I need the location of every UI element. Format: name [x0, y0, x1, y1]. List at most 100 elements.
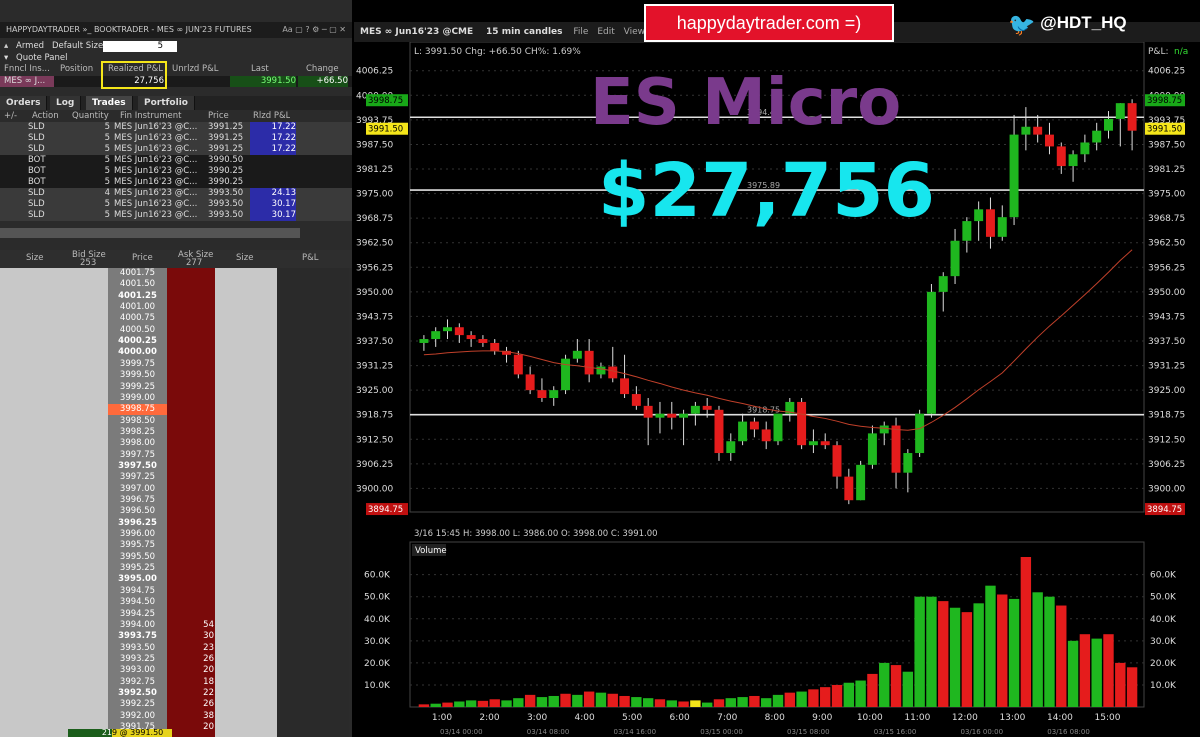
book-price[interactable]: 3994.00: [108, 620, 167, 631]
book-price[interactable]: 3993.25: [108, 654, 167, 665]
book-price[interactable]: 3997.00: [108, 484, 167, 495]
qh-instrument[interactable]: Fnncl Ins...: [4, 64, 50, 75]
trade-row[interactable]: BOT 5 MES Jun16'23 @C... 3990.25: [0, 177, 352, 188]
trade-row[interactable]: SLD 4 MES Jun16'23 @C... 3993.50 24.13: [0, 188, 352, 199]
window-controls-icon[interactable]: Aa ▢ ? ⚙ ─ ▢ ✕: [282, 22, 346, 38]
book-ask-size[interactable]: 18: [170, 677, 214, 688]
book-price[interactable]: 3999.75: [108, 359, 167, 370]
volume-bar: [772, 694, 784, 707]
book-price[interactable]: 3993.00: [108, 665, 167, 676]
booktrader-titlebar[interactable]: HAPPYDAYTRADER »_ BOOKTRADER - MES ∞ JUN…: [0, 22, 352, 38]
bh-price[interactable]: Price: [132, 253, 153, 263]
tab-trades[interactable]: Trades: [86, 96, 133, 110]
book-price[interactable]: 3995.75: [108, 540, 167, 551]
book-price[interactable]: 3999.25: [108, 382, 167, 393]
book-ask-size[interactable]: 23: [170, 643, 214, 654]
chart-interval[interactable]: 15 min candles: [486, 27, 562, 37]
book-price[interactable]: 4000.50: [108, 325, 167, 336]
trade-row[interactable]: SLD 5 MES Jun16'23 @C... 3991.25 17.22: [0, 144, 352, 155]
price-chart[interactable]: 4006.254006.254000.004000.003993.753993.…: [354, 42, 1200, 737]
book-price[interactable]: 3992.00: [108, 711, 167, 722]
book-price[interactable]: 3992.75: [108, 677, 167, 688]
book-ask-size[interactable]: 54: [170, 620, 214, 631]
size-column[interactable]: [215, 268, 277, 737]
book-price[interactable]: 3993.50: [108, 643, 167, 654]
book-price[interactable]: 4001.00: [108, 302, 167, 313]
qh-last[interactable]: Last: [251, 64, 269, 75]
trades-scrollbar[interactable]: [0, 228, 300, 238]
book-price[interactable]: 3996.50: [108, 506, 167, 517]
book-price[interactable]: 3998.50: [108, 416, 167, 427]
trade-row[interactable]: SLD 5 MES Jun16'23 @C... 3991.25 17.22: [0, 133, 352, 144]
volume-bar: [961, 612, 973, 707]
menu-view[interactable]: View: [624, 27, 645, 37]
book-price[interactable]: 3995.25: [108, 563, 167, 574]
book-price[interactable]: 3998.00: [108, 438, 167, 449]
qh-position[interactable]: Position: [60, 64, 93, 75]
armed-toggle-icon[interactable]: ▴: [4, 41, 8, 52]
book-price[interactable]: 3997.25: [108, 472, 167, 483]
book-price[interactable]: 3993.75: [108, 631, 167, 642]
book-price[interactable]: 3996.75: [108, 495, 167, 506]
trade-row[interactable]: SLD 5 MES Jun16'23 @C... 3993.50 30.17: [0, 199, 352, 210]
quote-row[interactable]: MES ∞ J... 27,756 3991.50 +66.50: [0, 76, 352, 87]
th-price[interactable]: Price: [208, 111, 229, 122]
book-ask-size[interactable]: 30: [170, 631, 214, 642]
book-price[interactable]: 3992.25: [108, 699, 167, 710]
book-price[interactable]: 3998.75: [108, 404, 167, 416]
book-price[interactable]: 3999.50: [108, 370, 167, 381]
tab-portfolio[interactable]: Portfolio: [138, 96, 195, 110]
book-price[interactable]: 4001.25: [108, 291, 167, 302]
trade-row[interactable]: SLD 5 MES Jun16'23 @C... 3991.25 17.22: [0, 122, 352, 133]
default-size-input[interactable]: 5: [103, 41, 177, 52]
bh-pnl[interactable]: P&L: [302, 253, 319, 263]
book-price[interactable]: 3994.50: [108, 597, 167, 608]
book-ask-size[interactable]: 26: [170, 699, 214, 710]
th-quantity[interactable]: Quantity: [72, 111, 109, 122]
book-price[interactable]: 3997.75: [108, 450, 167, 461]
y-tick-left: 3912.50: [356, 435, 393, 445]
th-pnl[interactable]: Rlzd P&L: [253, 111, 290, 122]
collapse-icon[interactable]: ▾: [4, 53, 8, 64]
book-price[interactable]: 3994.75: [108, 586, 167, 597]
quote-instrument[interactable]: MES ∞ J...: [0, 76, 54, 87]
th-instrument[interactable]: Fin Instrument: [120, 111, 182, 122]
book-price[interactable]: 3996.00: [108, 529, 167, 540]
candle-body: [419, 339, 429, 343]
bid-column[interactable]: [0, 268, 108, 737]
book-ask-size[interactable]: 20: [170, 722, 214, 733]
trade-row[interactable]: BOT 5 MES Jun16'23 @C... 3990.50: [0, 155, 352, 166]
volume-bar: [631, 697, 642, 707]
book-price[interactable]: 4001.75: [108, 268, 167, 279]
tab-log[interactable]: Log: [50, 96, 82, 110]
th-action[interactable]: Action: [32, 111, 59, 122]
menu-file[interactable]: File: [573, 27, 588, 37]
bh-size2[interactable]: Size: [236, 253, 253, 263]
menu-edit[interactable]: Edit: [597, 27, 614, 37]
tab-orders[interactable]: Orders: [0, 96, 48, 110]
trade-row[interactable]: SLD 5 MES Jun16'23 @C... 3993.50 30.17: [0, 210, 352, 221]
quote-panel-row[interactable]: ▾ Quote Panel: [0, 53, 352, 64]
book-price[interactable]: 3995.50: [108, 552, 167, 563]
chart-symbol[interactable]: MES ∞ Jun16'23 @CME: [360, 27, 473, 37]
book-ask-size[interactable]: 22: [170, 688, 214, 699]
book-ask-size[interactable]: 20: [170, 665, 214, 676]
book-price[interactable]: 3996.25: [108, 518, 167, 529]
book-ask-size[interactable]: 26: [170, 654, 214, 665]
book-ask-size[interactable]: 38: [170, 711, 214, 722]
book-price[interactable]: 4001.50: [108, 279, 167, 290]
book-price[interactable]: 3999.00: [108, 393, 167, 404]
qh-change[interactable]: Change: [306, 64, 339, 75]
trade-row[interactable]: BOT 5 MES Jun16'23 @C... 3990.25: [0, 166, 352, 177]
book-price[interactable]: 3998.25: [108, 427, 167, 438]
book-price[interactable]: 3995.00: [108, 574, 167, 585]
book-price[interactable]: 4000.75: [108, 313, 167, 324]
book-price[interactable]: 3997.50: [108, 461, 167, 472]
th-plusminus[interactable]: +/-: [4, 111, 17, 122]
qh-unrealized[interactable]: Unrlzd P&L: [172, 64, 219, 75]
book-price[interactable]: 3994.25: [108, 609, 167, 620]
book-price[interactable]: 3992.50: [108, 688, 167, 699]
bh-size[interactable]: Size: [26, 253, 43, 263]
book-price[interactable]: 4000.00: [108, 347, 167, 358]
book-price[interactable]: 4000.25: [108, 336, 167, 347]
